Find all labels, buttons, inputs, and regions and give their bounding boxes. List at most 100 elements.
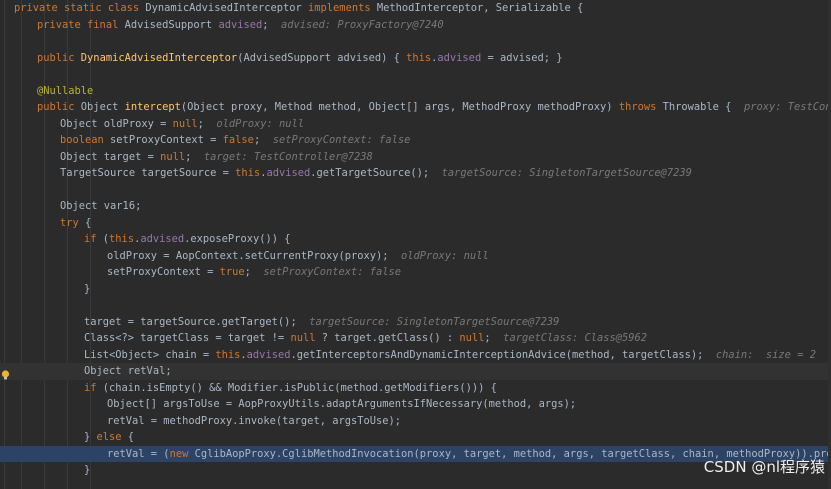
code-token: List<Object> chain = bbox=[84, 348, 216, 361]
code-token: retVal = ( bbox=[107, 447, 170, 460]
code-token: try bbox=[60, 216, 86, 229]
code-line[interactable]: Object var16; bbox=[0, 198, 831, 215]
code-token: @Nullable bbox=[37, 84, 94, 97]
code-line[interactable]: private final AdvisedSupport advised; ad… bbox=[0, 17, 831, 34]
code-line[interactable]: oldProxy = AopContext.setCurrentProxy(pr… bbox=[0, 248, 831, 265]
code-token: retVal = methodProxy.invoke(target, args… bbox=[107, 414, 402, 427]
code-token: null bbox=[459, 332, 485, 344]
code-line[interactable] bbox=[0, 182, 831, 199]
code-line[interactable]: boolean setProxyContext = false; setProx… bbox=[0, 132, 831, 149]
lightbulb-icon[interactable] bbox=[1, 370, 10, 380]
code-token: null bbox=[290, 332, 322, 344]
code-token: this bbox=[215, 348, 241, 361]
code-token: MethodInterceptor, Serializable { bbox=[376, 2, 584, 14]
code-token: } bbox=[84, 282, 91, 295]
code-line[interactable]: private static class DynamicAdvisedInter… bbox=[0, 0, 831, 17]
code-token: targetSource: SingletonTargetSource@7239 bbox=[296, 315, 560, 328]
code-token: null bbox=[160, 150, 186, 163]
code-token: if bbox=[84, 233, 103, 245]
code-token: advised bbox=[437, 51, 482, 64]
code-line[interactable]: } bbox=[0, 281, 831, 298]
code-token: Object[] argsToUse = AopProxyUtils.adapt… bbox=[107, 398, 577, 410]
code-token: targetSource: SingletonTargetSource@7239 bbox=[429, 167, 692, 179]
code-token: advised bbox=[218, 18, 263, 31]
code-token: target = targetSource.getTarget(); bbox=[84, 315, 297, 328]
code-token: this bbox=[109, 233, 135, 245]
code-token: Object oldProxy = bbox=[60, 117, 173, 130]
code-lines[interactable]: private static class DynamicAdvisedInter… bbox=[0, 0, 831, 479]
code-token: .getInterceptorsAndDynamicInterceptionAd… bbox=[290, 348, 704, 361]
code-token: setProxyContext = bbox=[107, 266, 220, 278]
code-token: advised bbox=[246, 348, 291, 361]
code-token: setProxyContext: false bbox=[250, 266, 402, 278]
code-token: Object retVal; bbox=[84, 365, 172, 377]
code-line[interactable]: setProxyContext = true; setProxyContext:… bbox=[0, 264, 831, 281]
code-token: public bbox=[37, 101, 81, 113]
code-token: public bbox=[37, 51, 81, 64]
watermark: CSDN @nl程序猿 bbox=[703, 458, 825, 476]
code-line[interactable]: Class<?> targetClass = target != null ? … bbox=[0, 330, 831, 347]
code-line[interactable]: public DynamicAdvisedInterceptor(Advised… bbox=[0, 50, 831, 67]
code-token: setProxyContext = bbox=[110, 134, 223, 146]
code-token: advised bbox=[266, 167, 311, 179]
code-token: null bbox=[172, 117, 198, 130]
code-line[interactable]: TargetSource targetSource = this.advised… bbox=[0, 165, 831, 182]
code-token: oldProxy = AopContext.setCurrentProxy(pr… bbox=[107, 249, 389, 262]
code-line[interactable]: Object[] argsToUse = AopProxyUtils.adapt… bbox=[0, 396, 831, 413]
code-token: .getTargetSource(); bbox=[310, 167, 430, 179]
code-token: throws bbox=[618, 101, 663, 113]
code-token: { bbox=[85, 216, 92, 229]
code-token: boolean bbox=[60, 134, 111, 146]
code-token: (AdvisedSupport advised) { bbox=[237, 51, 407, 64]
code-token: private final bbox=[37, 18, 125, 31]
code-token: false bbox=[222, 134, 254, 146]
code-line[interactable] bbox=[0, 297, 831, 314]
code-token: { bbox=[127, 431, 135, 443]
code-line[interactable]: Object target = null; target: TestContro… bbox=[0, 149, 831, 166]
code-token: advised bbox=[140, 233, 185, 245]
code-line[interactable]: target = targetSource.getTarget(); targe… bbox=[0, 314, 831, 331]
code-line[interactable]: } else { bbox=[0, 429, 831, 446]
code-token: target: TestController@7238 bbox=[191, 150, 373, 163]
code-token: true bbox=[219, 266, 245, 278]
code-token: Throwable { bbox=[662, 101, 732, 113]
code-token: this bbox=[406, 51, 432, 64]
code-token: if bbox=[84, 381, 103, 394]
code-token: advised: ProxyFactory@7240 bbox=[268, 18, 444, 31]
code-token: chain: size = 2 advised: P bbox=[715, 348, 831, 361]
code-token: DynamicAdvisedInterceptor bbox=[145, 2, 309, 14]
code-token: new bbox=[169, 447, 195, 460]
code-token: oldProxy: null bbox=[388, 249, 489, 262]
code-token: Object bbox=[80, 101, 125, 113]
code-token: = advised; } bbox=[481, 51, 563, 64]
code-line[interactable] bbox=[0, 33, 831, 50]
code-line[interactable]: if (this.advised.exposeProxy()) { bbox=[0, 231, 831, 248]
code-token: private static class bbox=[14, 2, 146, 14]
code-token: DynamicAdvisedInterceptor bbox=[80, 51, 238, 64]
code-token: ? target.getClass() : bbox=[321, 332, 460, 344]
code-line[interactable]: retVal = methodProxy.invoke(target, args… bbox=[0, 413, 831, 430]
code-line[interactable]: public Object intercept(Object proxy, Me… bbox=[0, 99, 831, 116]
code-token: TargetSource targetSource = bbox=[60, 167, 236, 179]
code-token: AdvisedSupport bbox=[124, 18, 219, 31]
code-token: this bbox=[235, 167, 261, 179]
code-line[interactable]: @Nullable bbox=[0, 83, 831, 100]
code-line[interactable]: try { bbox=[0, 215, 831, 232]
code-token: .exposeProxy()) { bbox=[184, 233, 291, 245]
code-token: (chain.isEmpty() && Modifier.isPublic(me… bbox=[102, 381, 497, 394]
code-line[interactable]: List<Object> chain = this.advised.getInt… bbox=[0, 347, 831, 364]
code-token: implements bbox=[308, 2, 377, 14]
code-token: } bbox=[84, 431, 97, 443]
code-token: targetClass: Class@5962 bbox=[490, 332, 648, 344]
code-token: oldProxy: null bbox=[203, 117, 304, 130]
code-token: Class<?> targetClass = target != bbox=[84, 332, 291, 344]
code-editor[interactable]: private static class DynamicAdvisedInter… bbox=[0, 0, 831, 489]
code-line[interactable]: Object retVal; bbox=[0, 363, 831, 380]
code-token: proxy: TestController$$E bbox=[743, 101, 831, 113]
code-line[interactable]: Object oldProxy = null; oldProxy: null bbox=[0, 116, 831, 133]
code-line[interactable]: if (chain.isEmpty() && Modifier.isPublic… bbox=[0, 380, 831, 397]
code-token: Object var16; bbox=[60, 200, 142, 212]
code-token: Object target = bbox=[60, 150, 161, 163]
code-token: (Object proxy, Method method, Object[] a… bbox=[180, 101, 619, 113]
code-line[interactable] bbox=[0, 66, 831, 83]
